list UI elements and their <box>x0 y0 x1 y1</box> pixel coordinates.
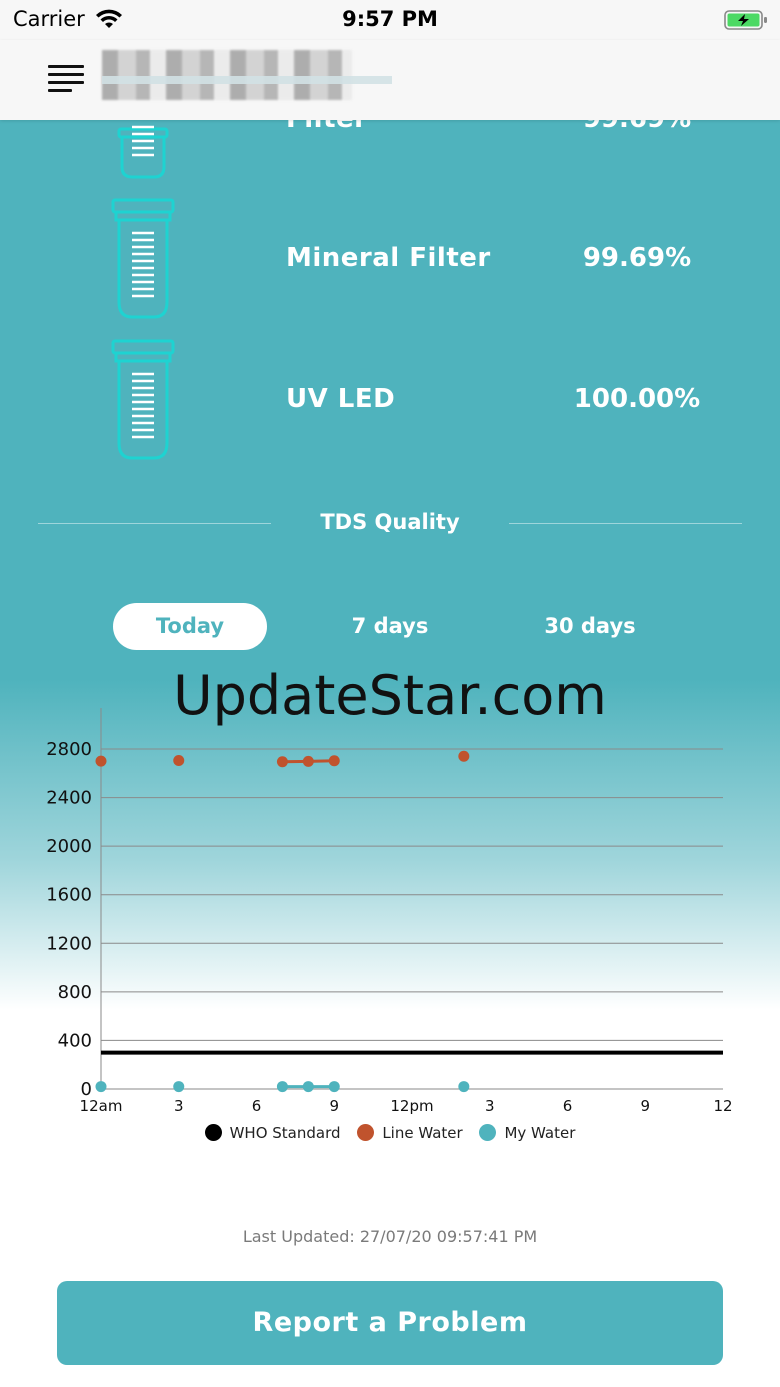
x-tick-label: 12am <box>80 1097 123 1115</box>
my-water-point <box>302 1081 314 1093</box>
legend-label-line-water: Line Water <box>382 1124 463 1142</box>
legend-label-my-water: My Water <box>504 1124 576 1142</box>
chart-legend: WHO Standard Line Water My Water <box>0 1124 780 1142</box>
y-tick-label: 1200 <box>46 933 92 954</box>
legend-swatch-line-water <box>357 1124 375 1141</box>
line-water-point <box>302 755 314 767</box>
line-water-point <box>328 755 340 767</box>
watermark-text: UpdateStar.com <box>173 664 607 727</box>
filter-name: UV LED <box>286 384 396 414</box>
filter-row-uv-led: UV LED 100.00% <box>0 338 780 468</box>
tds-chart: 04008001200160020002400280012am 3 6 9 12pm 3 6… <box>46 708 733 1115</box>
tab-30-days[interactable]: 30 days <box>513 603 667 650</box>
my-water-point <box>173 1081 185 1093</box>
battery-charging-icon <box>724 10 767 30</box>
my-water-point <box>276 1081 288 1093</box>
x-tick-label: 9 <box>329 1097 339 1115</box>
legend-label-who: WHO Standard <box>229 1124 341 1142</box>
x-tick-label: 6 <box>252 1097 262 1115</box>
clock: 9:57 PM <box>342 7 438 31</box>
x-tick-label: 12 <box>713 1097 732 1115</box>
filter-name: Mineral Filter <box>286 243 491 273</box>
legend-swatch-who <box>204 1124 222 1141</box>
x-tick-label: 12pm <box>390 1097 433 1115</box>
x-tick-label: 3 <box>485 1097 495 1115</box>
line-water-point <box>173 755 185 767</box>
section-title: TDS Quality <box>320 510 460 534</box>
my-water-point <box>95 1081 107 1093</box>
divider-right <box>509 523 742 524</box>
y-tick-label: 2000 <box>46 836 92 857</box>
my-water-point <box>328 1081 340 1093</box>
filter-row-mineral: Mineral Filter 99.69% <box>0 197 780 327</box>
x-tick-label: 9 <box>640 1097 650 1115</box>
divider-left <box>38 523 271 524</box>
last-updated-label: Last Updated: 27/07/20 09:57:41 PM <box>242 1227 538 1246</box>
y-tick-label: 400 <box>58 1030 92 1051</box>
y-tick-label: 2400 <box>46 788 92 809</box>
line-water-point <box>95 755 107 767</box>
legend-item-my-water: My Water <box>479 1124 575 1142</box>
x-tick-label: 3 <box>174 1097 184 1115</box>
filter-cartridge-icon <box>111 198 175 319</box>
y-tick-label: 800 <box>58 982 92 1003</box>
legend-item-line-water: Line Water <box>357 1124 463 1142</box>
my-water-point <box>458 1081 470 1093</box>
legend-item-who: WHO Standard <box>204 1124 341 1142</box>
tab-today[interactable]: Today <box>113 603 267 650</box>
x-tick-label: 6 <box>563 1097 573 1115</box>
line-water-point <box>458 750 470 762</box>
legend-swatch-my-water <box>479 1124 497 1141</box>
filter-percent: 100.00% <box>573 384 701 414</box>
pixelated-strip <box>102 76 392 84</box>
filter-percent: 99.69% <box>582 243 692 273</box>
status-bar: Carrier 9:57 PM <box>0 0 780 40</box>
pixelated-app-title <box>102 50 352 100</box>
y-tick-label: 1600 <box>46 885 92 906</box>
hamburger-menu-icon[interactable] <box>48 65 84 95</box>
report-problem-button[interactable]: Report a Problem <box>57 1281 723 1365</box>
filter-cartridge-icon <box>111 339 175 460</box>
tab-7-days[interactable]: 7 days <box>313 603 467 650</box>
line-water-point <box>276 756 288 768</box>
y-tick-label: 2800 <box>46 739 92 760</box>
